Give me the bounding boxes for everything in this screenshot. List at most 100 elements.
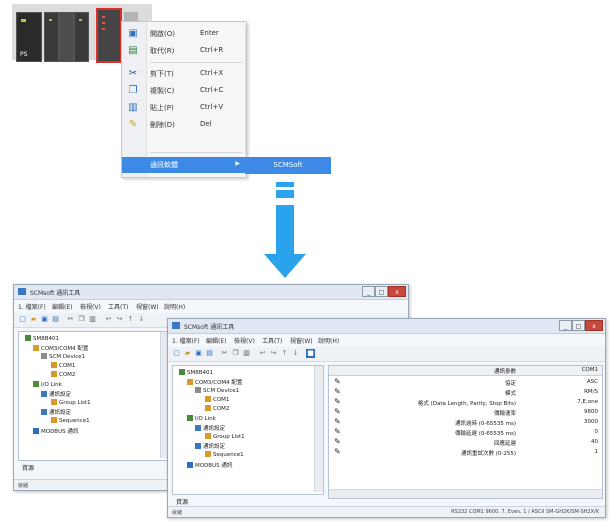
tree-node[interactable]: SCM Device1 <box>41 353 85 360</box>
menu-edit[interactable]: 編輯(E) <box>206 336 226 345</box>
submenu-item-scmsoft[interactable]: SCMSoft <box>245 157 331 174</box>
step-icon[interactable]: ↪ <box>115 315 124 324</box>
step-icon[interactable]: ↩ <box>104 315 113 324</box>
save-icon[interactable]: ▣ <box>194 349 203 358</box>
open-folder-icon[interactable]: ▰ <box>29 315 38 324</box>
menu-item-open[interactable]: ▣ 開啟(O) Enter <box>122 26 246 42</box>
param-value[interactable]: 1 <box>595 449 599 455</box>
table-row[interactable]: ✎ 回應延遲 40 <box>329 437 602 448</box>
menu-tools[interactable]: 工具(T) <box>108 302 128 311</box>
print-icon[interactable]: ▤ <box>205 349 214 358</box>
print-icon[interactable]: ▤ <box>51 315 60 324</box>
table-row[interactable]: ✎ 格式 (Data Length, Parity, Stop Bits) 7,E,… <box>329 397 602 408</box>
table-row[interactable]: ✎ 模式 RM/S <box>329 387 602 398</box>
tree-node[interactable]: 通訊設定 <box>195 442 225 450</box>
copy-icon[interactable]: ❐ <box>77 315 86 324</box>
cut-icon[interactable]: ✂ <box>220 349 229 358</box>
rack-slot-3[interactable] <box>74 12 89 62</box>
tree-node[interactable]: Group List1 <box>51 399 91 406</box>
open-folder-icon[interactable]: ▰ <box>183 349 192 358</box>
table-row[interactable]: ✎ 協定 ASC <box>329 377 602 388</box>
maximize-button[interactable]: □ <box>572 320 585 331</box>
menu-file[interactable]: 1. 檔案(F) <box>172 336 200 345</box>
table-row[interactable]: ✎ 傳輸速率 9600 <box>329 407 602 418</box>
param-value[interactable]: 9600 <box>584 409 598 415</box>
param-value[interactable]: 0 <box>595 429 599 435</box>
menu-help[interactable]: 說明(H) <box>318 336 339 345</box>
rack-slot-1[interactable] <box>44 12 59 62</box>
param-name: 通訊重試次數 (0-255) <box>460 451 516 457</box>
close-button[interactable]: x <box>585 320 603 331</box>
menu-item-copy[interactable]: ❐ 複製(C) Ctrl+C <box>122 83 246 99</box>
copy-icon: ❐ <box>128 85 138 96</box>
minimize-button[interactable]: _ <box>362 286 375 297</box>
tree-node[interactable]: COM3/COM4 配置 <box>187 378 242 386</box>
tree-node[interactable]: MODBUS 通訊 <box>33 427 78 435</box>
tree-node[interactable]: SCM Device1 <box>195 387 239 394</box>
power-supply-module[interactable]: PS <box>16 12 42 62</box>
param-value[interactable]: ASC <box>587 379 598 385</box>
menu-item-cut[interactable]: ✂ 剪下(T) Ctrl+X <box>122 66 246 82</box>
tree-node[interactable]: 通訊設定 <box>41 390 71 398</box>
step-icon[interactable]: ↪ <box>269 349 278 358</box>
maximize-button[interactable]: □ <box>375 286 388 297</box>
table-row[interactable]: ✎ 通訊逾時 (0-65535 ms) 3000 <box>329 417 602 428</box>
table-row[interactable]: ✎ 通訊重試次數 (0-255) 1 <box>329 447 602 458</box>
grid-horizontal-scrollbar[interactable] <box>329 489 602 498</box>
paste-icon[interactable]: ▥ <box>242 349 251 358</box>
new-file-icon[interactable]: ▢ <box>172 349 181 358</box>
step-icon[interactable]: ↑ <box>126 315 135 324</box>
menu-tools[interactable]: 工具(T) <box>262 336 282 345</box>
minimize-button[interactable]: _ <box>559 320 572 331</box>
tree-scrollbar[interactable] <box>314 366 323 492</box>
menu-file[interactable]: 1. 檔案(F) <box>18 302 46 311</box>
menu-window[interactable]: 視窗(W) <box>290 336 313 345</box>
tree-node-root[interactable]: SM8B401 <box>179 369 213 376</box>
param-value[interactable]: 40 <box>591 439 598 445</box>
copy-icon[interactable]: ❐ <box>231 349 240 358</box>
table-row[interactable]: ✎ 傳輸延遲 (0-65535 ms) 0 <box>329 427 602 438</box>
tree-node[interactable]: 通訊設定 <box>41 408 71 416</box>
sequence-icon <box>51 417 57 423</box>
tree-node[interactable]: COM3/COM4 配置 <box>33 344 88 352</box>
tree-node[interactable]: I/O Link <box>187 415 216 422</box>
tree-node[interactable]: MODBUS 通訊 <box>187 461 232 469</box>
menu-view[interactable]: 檢視(V) <box>80 302 101 311</box>
menu-item-comm-software[interactable]: 通訊軟體 ▶ <box>122 157 246 173</box>
paste-icon[interactable]: ▥ <box>88 315 97 324</box>
new-file-icon[interactable]: ▢ <box>18 315 27 324</box>
tab-resources[interactable]: 資源 <box>176 497 188 506</box>
rack-slot-2[interactable] <box>59 12 74 62</box>
rack-view: PS ▣ 開啟(O) Enter ▤ 取代(R) Ctrl+R ✂ 剪下(T) … <box>12 4 334 178</box>
tree-node[interactable]: COM2 <box>51 371 75 378</box>
close-button[interactable]: x <box>388 286 406 297</box>
menu-help[interactable]: 說明(H) <box>164 302 185 311</box>
menu-item-replace[interactable]: ▤ 取代(R) Ctrl+R <box>122 43 246 59</box>
step-icon[interactable]: ↩ <box>258 349 267 358</box>
cut-icon[interactable]: ✂ <box>66 315 75 324</box>
selected-scm-module[interactable] <box>96 8 122 63</box>
tree-node[interactable]: 通訊設定 <box>195 424 225 432</box>
tree-node[interactable]: COM2 <box>205 405 229 412</box>
step-icon[interactable]: ↓ <box>291 349 300 358</box>
step-icon[interactable]: ↑ <box>280 349 289 358</box>
tree-node[interactable]: COM1 <box>205 396 229 403</box>
param-value[interactable]: RM/S <box>584 389 598 395</box>
monitor-icon[interactable]: ■ <box>306 349 315 358</box>
tree-node[interactable]: I/O Link <box>33 381 62 388</box>
tree-node[interactable]: Sequence1 <box>205 451 244 458</box>
menu-view[interactable]: 檢視(V) <box>234 336 255 345</box>
param-value[interactable]: 7,E,one <box>577 399 598 405</box>
menu-window[interactable]: 視窗(W) <box>136 302 159 311</box>
tree-node[interactable]: COM1 <box>51 362 75 369</box>
menu-item-delete[interactable]: ✎ 刪除(D) Del <box>122 117 246 133</box>
menu-edit[interactable]: 編輯(E) <box>52 302 72 311</box>
menu-item-paste[interactable]: ▥ 貼上(P) Ctrl+V <box>122 100 246 116</box>
param-value[interactable]: 3000 <box>584 419 598 425</box>
tree-node[interactable]: Group List1 <box>205 433 245 440</box>
save-icon[interactable]: ▣ <box>40 315 49 324</box>
tab-resources[interactable]: 資源 <box>22 463 34 472</box>
step-icon[interactable]: ↓ <box>137 315 146 324</box>
tree-node-root[interactable]: SM8B401 <box>25 335 59 342</box>
tree-node[interactable]: Sequence1 <box>51 417 90 424</box>
